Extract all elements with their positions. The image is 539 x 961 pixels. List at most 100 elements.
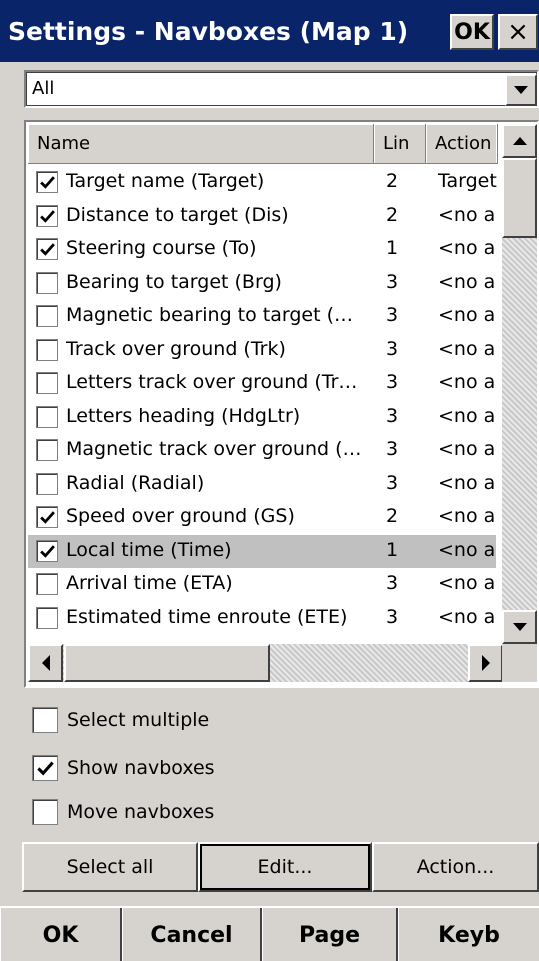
- list-item[interactable]: Target name (Target) 2 Target: [28, 166, 497, 199]
- select-multiple-label: Select multiple: [67, 709, 210, 731]
- row-name: Letters heading (HdgLtr): [66, 404, 301, 427]
- row-checkbox[interactable]: [36, 305, 58, 327]
- row-checkbox[interactable]: [36, 338, 58, 361]
- move-navboxes-checkbox[interactable]: [32, 799, 58, 825]
- horizontal-scrollbar[interactable]: [28, 644, 503, 682]
- row-checkbox[interactable]: [36, 405, 58, 428]
- row-name: Arrival time (ETA): [66, 572, 233, 594]
- horizontal-scroll-thumb[interactable]: [64, 644, 270, 682]
- row-action: <no a: [438, 471, 496, 494]
- scroll-right-button[interactable]: [468, 644, 503, 682]
- move-navboxes-label: Move navboxes: [67, 801, 215, 823]
- list-item[interactable]: Estimated time enroute (ETE) 3 <no a: [28, 602, 496, 635]
- select-all-button[interactable]: Select all: [22, 842, 198, 892]
- row-checkbox[interactable]: [36, 171, 58, 193]
- row-checkbox[interactable]: [36, 238, 58, 260]
- row-action: <no a: [438, 371, 496, 393]
- row-action: <no a: [438, 438, 496, 460]
- list-item[interactable]: Track over ground (Trk) 3 <no a: [28, 334, 496, 367]
- row-lin: 3: [386, 304, 399, 326]
- filter-dropdown[interactable]: All: [24, 70, 539, 108]
- column-header-name[interactable]: Name: [28, 124, 374, 164]
- row-action: <no a: [438, 538, 496, 561]
- row-lin: 2: [386, 203, 399, 226]
- list-header: Name Lin Action: [28, 124, 498, 164]
- row-action: <no a: [438, 505, 496, 527]
- row-name: Speed over ground (GS): [66, 505, 295, 527]
- filter-value: All: [32, 78, 55, 99]
- row-name: Distance to target (Dis): [66, 203, 289, 226]
- select-multiple-checkbox[interactable]: [32, 707, 58, 733]
- action-button[interactable]: Action...: [372, 842, 539, 892]
- row-checkbox[interactable]: [36, 539, 58, 562]
- scroll-down-button[interactable]: [502, 610, 537, 644]
- row-checkbox[interactable]: [36, 271, 58, 294]
- row-lin: 3: [386, 371, 399, 393]
- row-lin: 3: [386, 605, 399, 628]
- row-checkbox[interactable]: [36, 439, 58, 461]
- list-item[interactable]: Magnetic track over ground (… 3 <no a: [28, 434, 496, 467]
- arrow-right-icon: [481, 655, 490, 671]
- show-navboxes-label: Show navboxes: [67, 757, 215, 779]
- list-item[interactable]: Bearing to target (Brg) 3 <no a: [28, 267, 496, 300]
- page-softkey[interactable]: Page: [262, 908, 398, 961]
- row-action: <no a: [438, 572, 496, 594]
- row-lin: 3: [386, 471, 399, 494]
- row-checkbox[interactable]: [36, 506, 58, 528]
- list-item[interactable]: Magnetic bearing to target (… 3 <no a: [28, 300, 496, 333]
- row-checkbox[interactable]: [36, 573, 58, 595]
- row-lin: 2: [386, 170, 399, 192]
- vertical-scroll-thumb[interactable]: [502, 158, 537, 238]
- row-checkbox[interactable]: [36, 372, 58, 394]
- move-navboxes-option[interactable]: Move navboxes: [32, 796, 214, 828]
- list-item[interactable]: Arrival time (ETA) 3 <no a: [28, 568, 496, 601]
- show-navboxes-option[interactable]: Show navboxes: [32, 752, 215, 784]
- row-name: Radial (Radial): [66, 471, 205, 494]
- scroll-left-button[interactable]: [28, 644, 63, 682]
- show-navboxes-checkbox[interactable]: [32, 755, 58, 781]
- dropdown-arrow-button[interactable]: [505, 74, 537, 106]
- title-bar: Settings - Navboxes (Map 1) OK ×: [0, 0, 539, 62]
- keyb-softkey[interactable]: Keyb: [398, 908, 539, 961]
- select-multiple-option[interactable]: Select multiple: [32, 704, 209, 736]
- row-checkbox[interactable]: [36, 472, 58, 495]
- arrow-down-icon: [512, 623, 527, 631]
- row-name: Target name (Target): [66, 170, 265, 192]
- row-lin: 1: [386, 237, 399, 259]
- list-item[interactable]: Steering course (To) 1 <no a: [28, 233, 496, 266]
- column-header-lin[interactable]: Lin: [374, 124, 426, 164]
- vertical-scrollbar[interactable]: [502, 124, 537, 644]
- list-item[interactable]: Letters heading (HdgLtr) 3 <no a: [28, 401, 496, 434]
- row-action: <no a: [438, 237, 496, 259]
- column-header-action[interactable]: Action: [426, 124, 498, 164]
- close-button[interactable]: ×: [498, 14, 538, 50]
- row-action: <no a: [438, 203, 496, 226]
- title-ok-button[interactable]: OK: [450, 14, 494, 50]
- row-checkbox[interactable]: [36, 204, 58, 227]
- softkey-bar: OK Cancel Page Keyb: [0, 906, 539, 961]
- list-item[interactable]: Radial (Radial) 3 <no a: [28, 468, 496, 501]
- row-lin: 1: [386, 538, 399, 561]
- row-name: Bearing to target (Brg): [66, 270, 282, 293]
- row-name: Track over ground (Trk): [66, 337, 286, 360]
- row-action: <no a: [438, 270, 496, 293]
- row-name: Magnetic bearing to target (…: [66, 304, 354, 326]
- chevron-down-icon: [514, 86, 528, 94]
- row-name: Steering course (To): [66, 237, 257, 259]
- row-lin: 3: [386, 404, 399, 427]
- row-lin: 3: [386, 270, 399, 293]
- row-lin: 3: [386, 337, 399, 360]
- row-name: Local time (Time): [66, 538, 232, 561]
- list-item[interactable]: Distance to target (Dis) 2 <no a: [28, 200, 496, 233]
- list-item[interactable]: Letters track over ground (Tr… 3 <no a: [28, 367, 496, 400]
- scroll-up-button[interactable]: [502, 124, 537, 158]
- list-item[interactable]: Speed over ground (GS) 2 <no a: [28, 501, 496, 534]
- row-checkbox[interactable]: [36, 606, 58, 629]
- edit-button[interactable]: Edit...: [198, 842, 372, 892]
- row-name: Magnetic track over ground (…: [66, 438, 362, 460]
- list-item[interactable]: Local time (Time) 1 <no a: [28, 534, 496, 568]
- ok-softkey[interactable]: OK: [0, 908, 122, 961]
- scroll-corner: [502, 644, 537, 682]
- cancel-softkey[interactable]: Cancel: [122, 908, 262, 961]
- navbox-list[interactable]: Name Lin Action Target name (Target) 2 Tar…: [24, 120, 539, 688]
